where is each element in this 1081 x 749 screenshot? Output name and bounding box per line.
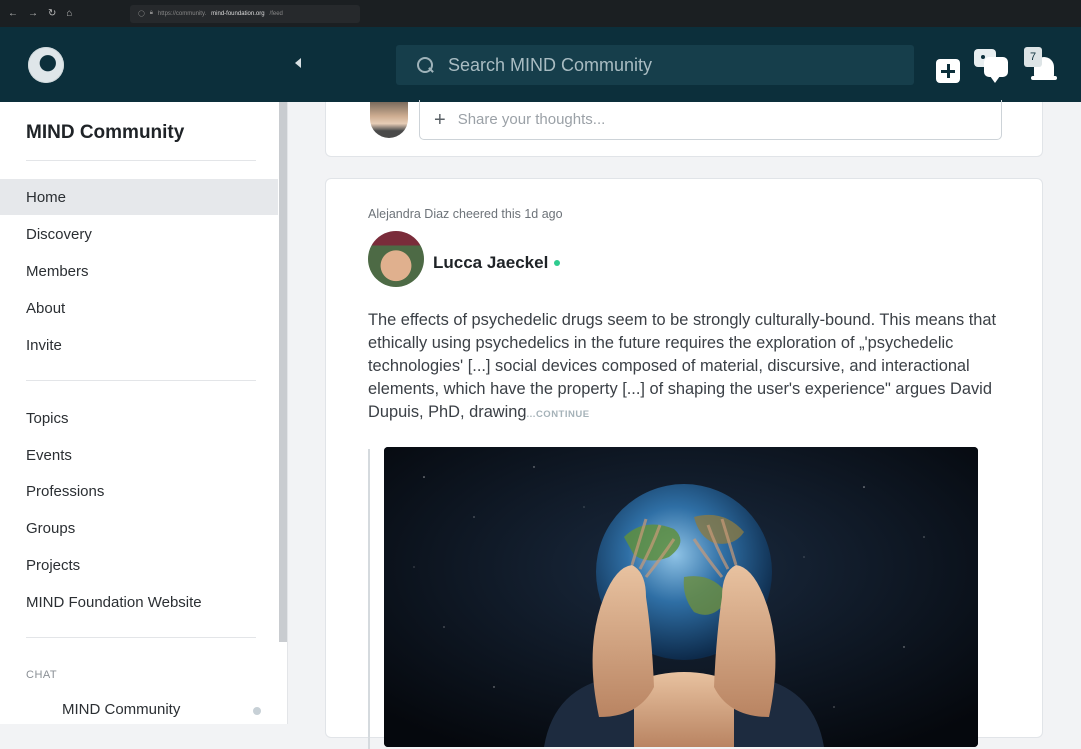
- app-header: 7: [0, 27, 1081, 102]
- post-body: The effects of psychedelic drugs seem to…: [368, 309, 1008, 426]
- header-actions: 7: [936, 45, 1064, 85]
- sidebar-item-professions[interactable]: Professions: [0, 473, 278, 509]
- author-avatar[interactable]: [368, 231, 424, 287]
- browser-nav-buttons: ← → ↻ ⌂: [0, 8, 130, 19]
- sidebar-item-topics[interactable]: Topics: [0, 400, 278, 436]
- chat-item-mind-community[interactable]: MIND Community: [62, 701, 180, 718]
- plus-icon: +: [434, 108, 446, 131]
- sidebar-item-discovery[interactable]: Discovery: [0, 216, 278, 252]
- chat-section-heading: CHAT: [26, 669, 58, 681]
- sidebar-divider: [26, 160, 256, 161]
- sidebar-item-invite[interactable]: Invite: [0, 327, 278, 363]
- url-host: mind-foundation.org: [211, 10, 265, 17]
- url-prefix: https://community.: [157, 10, 207, 17]
- sidebar-item-members[interactable]: Members: [0, 253, 278, 289]
- notifications-bell-icon[interactable]: 7: [1024, 45, 1064, 85]
- url-path: /feed: [269, 10, 283, 17]
- share-thoughts-placeholder: Share your thoughts...: [457, 111, 606, 128]
- post-body-text: The effects of psychedelic drugs seem to…: [368, 311, 997, 421]
- chat-bubbles-icon[interactable]: [972, 45, 1012, 85]
- post-composer: + Share your thoughts...: [325, 100, 1043, 157]
- sidebar-divider: [26, 380, 256, 381]
- continue-link[interactable]: ...CONTINUE: [527, 409, 590, 420]
- sidebar-item-groups[interactable]: Groups: [0, 510, 278, 546]
- reload-icon[interactable]: ↻: [48, 8, 56, 19]
- sidebar-divider: [26, 637, 256, 638]
- unread-dot-icon: [253, 707, 261, 715]
- back-arrow-icon[interactable]: ←: [8, 8, 18, 19]
- shield-icon: ◯: [138, 11, 145, 17]
- mind-logo-icon[interactable]: [28, 47, 64, 83]
- notification-count-badge: 7: [1024, 47, 1042, 67]
- sidebar-item-about[interactable]: About: [0, 290, 278, 326]
- online-status-dot: [554, 260, 560, 266]
- address-bar[interactable]: ◯ 🔒︎ https://community. mind-foundation.o…: [130, 4, 360, 23]
- share-thoughts-input[interactable]: + Share your thoughts...: [419, 100, 1002, 140]
- author-name[interactable]: Lucca Jaeckel: [433, 253, 548, 273]
- post-activity-line: Alejandra Diaz cheered this 1d ago: [368, 207, 563, 221]
- sidebar-item-events[interactable]: Events: [0, 437, 278, 473]
- current-user-avatar[interactable]: [370, 102, 408, 138]
- search-bar[interactable]: [396, 45, 914, 85]
- collapse-sidebar-icon[interactable]: [295, 58, 301, 68]
- sidebar-item-projects[interactable]: Projects: [0, 547, 278, 583]
- sidebar: MIND Community Home Discovery Members Ab…: [0, 102, 288, 724]
- community-title: MIND Community: [26, 122, 185, 143]
- forward-arrow-icon[interactable]: →: [28, 8, 38, 19]
- create-plus-icon[interactable]: [936, 59, 960, 83]
- sidebar-scrollbar[interactable]: [279, 102, 287, 642]
- post-image[interactable]: [384, 447, 978, 747]
- sidebar-item-mind-foundation-website[interactable]: MIND Foundation Website: [0, 584, 278, 620]
- lock-icon: 🔒︎: [149, 10, 153, 16]
- home-icon[interactable]: ⌂: [66, 8, 72, 19]
- earth-head-illustration: [384, 447, 978, 747]
- sidebar-item-home[interactable]: Home: [0, 179, 278, 215]
- search-input[interactable]: [448, 54, 848, 76]
- feed-post: Alejandra Diaz cheered this 1d ago Lucca…: [325, 178, 1043, 749]
- browser-toolbar: ← → ↻ ⌂ ◯ 🔒︎ https://community. mind-foun…: [0, 0, 1081, 27]
- quote-bar: [368, 449, 370, 749]
- search-icon: [416, 56, 434, 74]
